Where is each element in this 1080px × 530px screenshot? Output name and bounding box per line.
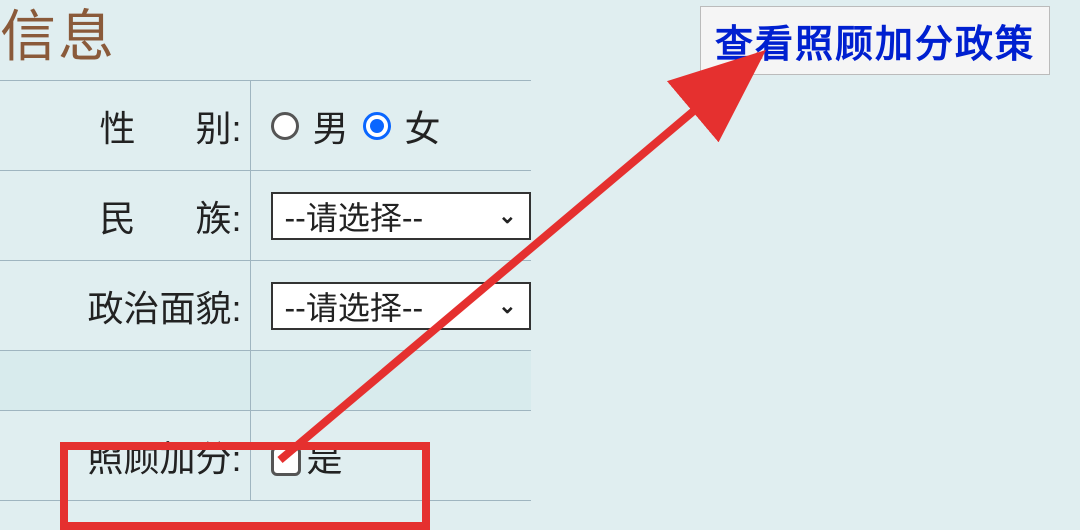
form-table: 性 别: 男 女 民 族: --请选择-- ⌄ 政治面貌:: [0, 80, 531, 501]
value-ethnicity: --请选择-- ⌄: [250, 171, 531, 261]
value-gender: 男 女: [250, 81, 531, 171]
spacer-row: [0, 351, 531, 411]
radio-male-label: 男: [313, 100, 349, 152]
row-ethnicity: 民 族: --请选择-- ⌄: [0, 171, 531, 261]
row-political: 政治面貌: --请选择-- ⌄: [0, 261, 531, 351]
label-ethnicity: 民 族:: [0, 171, 250, 261]
political-select-text: --请选择--: [285, 283, 424, 329]
ethnicity-select[interactable]: --请选择-- ⌄: [271, 192, 531, 240]
value-bonus: 是: [250, 411, 531, 501]
chevron-down-icon: ⌄: [498, 203, 516, 229]
label-gender: 性 别:: [0, 81, 250, 171]
radio-male[interactable]: [271, 112, 299, 140]
label-bonus: 照顾加分:: [0, 411, 250, 501]
section-title: 信息: [0, 0, 116, 73]
radio-female[interactable]: [363, 112, 391, 140]
row-bonus: 照顾加分: 是: [0, 411, 531, 501]
radio-female-label: 女: [405, 100, 441, 152]
view-policy-button[interactable]: 查看照顾加分政策: [700, 6, 1050, 75]
ethnicity-select-text: --请选择--: [285, 193, 424, 239]
label-political: 政治面貌:: [0, 261, 250, 351]
row-gender: 性 别: 男 女: [0, 81, 531, 171]
bonus-checkbox[interactable]: [271, 446, 301, 476]
chevron-down-icon: ⌄: [498, 293, 516, 319]
bonus-checkbox-label: 是: [307, 438, 343, 479]
value-political: --请选择-- ⌄: [250, 261, 531, 351]
political-select[interactable]: --请选择-- ⌄: [271, 282, 531, 330]
